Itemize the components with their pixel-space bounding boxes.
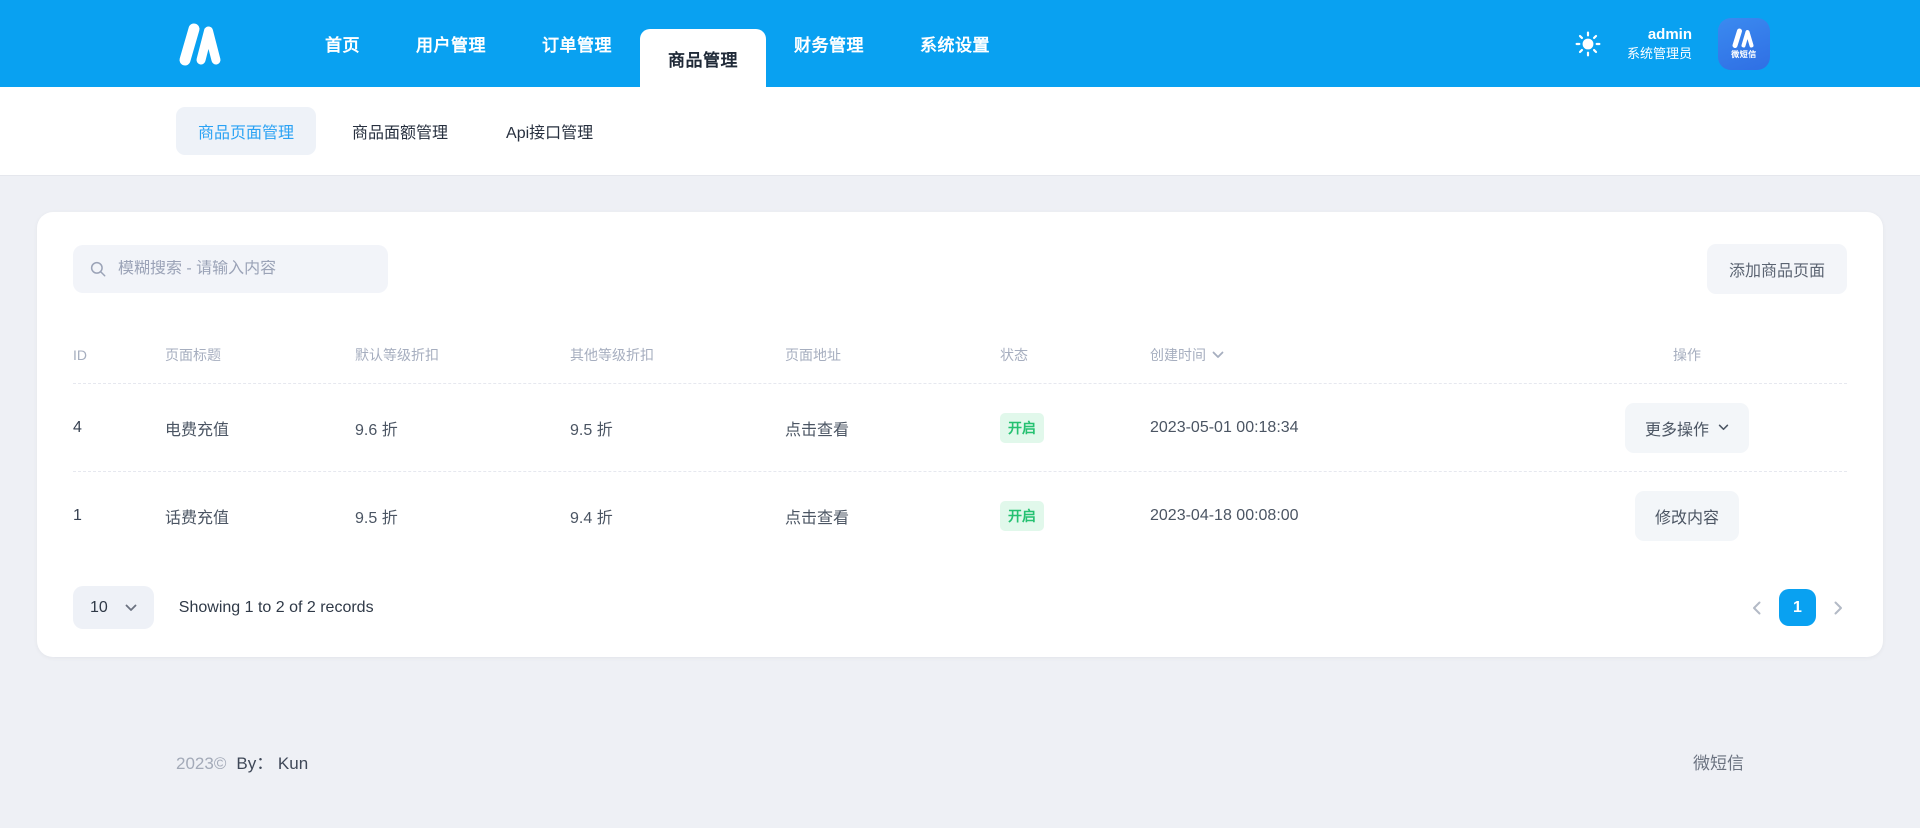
- table-row: 1 话费充值 9.5 折 9.4 折 点击查看 开启 2023-04-18 00…: [73, 472, 1847, 560]
- col-header-page-link: 页面地址: [785, 346, 841, 363]
- prev-page-button[interactable]: [1748, 597, 1765, 619]
- header-right: admin 系统管理员 微短信: [1575, 0, 1770, 87]
- col-header-action: 操作: [1673, 346, 1701, 363]
- content-card: 添加商品页面 ID 页面标题 默认等级折扣 其他等级折扣 页面地址 状态 创建时…: [37, 212, 1883, 657]
- page-size-select[interactable]: 10: [73, 586, 154, 629]
- edit-content-button[interactable]: 修改内容: [1634, 491, 1739, 541]
- subnav: 商品页面管理 商品面额管理 Api接口管理: [0, 87, 1920, 175]
- avatar-brand-text: 微短信: [1731, 49, 1757, 59]
- avatar[interactable]: 微短信: [1718, 17, 1770, 70]
- col-header-other-discount: 其他等级折扣: [570, 346, 654, 363]
- add-product-page-button[interactable]: 添加商品页面: [1706, 244, 1847, 294]
- cell-page-link[interactable]: 点击查看: [785, 416, 1000, 440]
- edit-content-label: 修改内容: [1654, 510, 1719, 527]
- cell-created-at: 2023-05-01 00:18:34: [1150, 418, 1299, 436]
- footer-author: By： Kun: [236, 754, 309, 773]
- col-header-created-at-sort[interactable]: 创建时间: [1150, 345, 1224, 365]
- main-nav: 首页 用户管理 订单管理 商品管理 财务管理 系统设置: [297, 0, 1018, 87]
- theme-toggle[interactable]: [1575, 31, 1601, 57]
- brand-m-icon: [179, 23, 221, 65]
- cell-id: 4: [73, 418, 82, 436]
- product-pages-table: ID 页面标题 默认等级折扣 其他等级折扣 页面地址 状态 创建时间 操作 4 …: [73, 326, 1847, 560]
- table-header-row: ID 页面标题 默认等级折扣 其他等级折扣 页面地址 状态 创建时间 操作: [73, 326, 1847, 384]
- app-header: 首页 用户管理 订单管理 商品管理 财务管理 系统设置 admin 系统管理员: [0, 0, 1920, 87]
- pagination: 10 Showing 1 to 2 of 2 records 1: [73, 586, 1847, 629]
- app-logo[interactable]: [175, 0, 227, 87]
- cell-title: 话费充值: [165, 510, 230, 527]
- chevron-left-icon: [1753, 601, 1761, 614]
- avatar-m-icon: [1732, 28, 1754, 48]
- nav-item-products[interactable]: 商品管理: [640, 29, 766, 87]
- footer-year: 2023©: [176, 754, 227, 773]
- chevron-down-icon: [125, 604, 137, 611]
- subnav-tab-product-pages[interactable]: 商品页面管理: [176, 107, 317, 155]
- footer-brand-link[interactable]: 微短信: [1693, 749, 1744, 774]
- nav-item-finance[interactable]: 财务管理: [766, 0, 892, 87]
- nav-item-home[interactable]: 首页: [297, 0, 388, 87]
- cell-other-discount: 9.4 折: [570, 510, 613, 527]
- sun-icon: [1575, 31, 1601, 56]
- subnav-tab-api[interactable]: Api接口管理: [484, 107, 615, 155]
- more-actions-label: 更多操作: [1644, 421, 1709, 439]
- records-summary: Showing 1 to 2 of 2 records: [178, 598, 374, 616]
- status-badge: 开启: [1000, 501, 1044, 531]
- cell-default-discount: 9.6 折: [355, 421, 398, 439]
- user-meta: admin 系统管理员: [1627, 25, 1692, 63]
- cell-title: 电费充值: [165, 421, 230, 439]
- nav-item-users[interactable]: 用户管理: [388, 0, 514, 87]
- page-size-value: 10: [90, 598, 108, 616]
- cell-page-link[interactable]: 点击查看: [785, 504, 1000, 528]
- status-badge: 开启: [1000, 412, 1044, 443]
- chevron-right-icon: [1834, 601, 1842, 614]
- cell-id: 1: [73, 507, 82, 524]
- col-header-id: ID: [73, 346, 87, 363]
- next-page-button[interactable]: [1830, 597, 1847, 619]
- search-icon: [90, 261, 106, 277]
- cell-other-discount: 9.5 折: [570, 421, 613, 439]
- col-header-default-discount: 默认等级折扣: [355, 346, 439, 363]
- col-header-created-at: 创建时间: [1150, 346, 1206, 363]
- user-name: admin: [1647, 25, 1692, 43]
- cell-created-at: 2023-04-18 00:08:00: [1150, 507, 1299, 524]
- col-header-status: 状态: [1000, 346, 1028, 363]
- nav-item-orders[interactable]: 订单管理: [514, 0, 640, 87]
- search-box[interactable]: [73, 245, 388, 293]
- table-row: 4 电费充值 9.6 折 9.5 折 点击查看 开启 2023-05-01 00…: [73, 384, 1847, 472]
- toolbar: 添加商品页面: [73, 244, 1847, 294]
- col-header-title: 页面标题: [165, 346, 221, 363]
- nav-item-settings[interactable]: 系统设置: [892, 0, 1018, 87]
- page-1-button[interactable]: 1: [1779, 589, 1816, 626]
- sort-chevron-down-icon: [1212, 351, 1224, 358]
- page-footer: 2023© By： Kun 微短信: [0, 749, 1920, 774]
- user-role: 系统管理员: [1626, 45, 1692, 61]
- pager: 1: [1748, 589, 1847, 626]
- subnav-tab-denominations[interactable]: 商品面额管理: [330, 107, 470, 155]
- cell-default-discount: 9.5 折: [355, 510, 398, 527]
- footer-copyright: 2023© By： Kun: [176, 749, 308, 774]
- chevron-down-icon: [1718, 424, 1729, 431]
- more-actions-button[interactable]: 更多操作: [1624, 402, 1749, 453]
- search-input[interactable]: [117, 260, 372, 278]
